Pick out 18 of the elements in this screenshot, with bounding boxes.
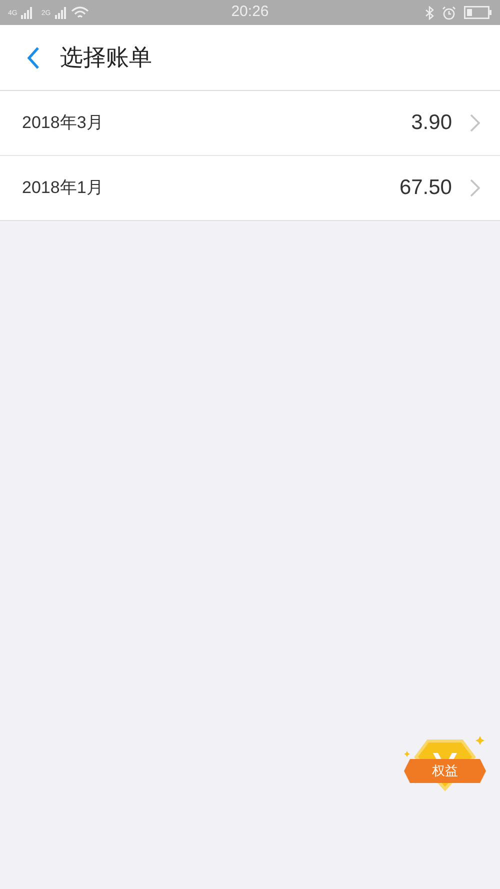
bluetooth-icon <box>425 6 434 20</box>
bill-month: 2018年3月 <box>22 112 104 134</box>
wifi-icon <box>70 6 89 20</box>
signal-icon <box>54 6 67 18</box>
page-title: 选择账单 <box>60 43 152 72</box>
badge-label: 权益 <box>431 762 459 780</box>
bill-row[interactable]: 2018年1月 67.50 <box>0 156 500 221</box>
status-time: 20:26 <box>230 2 270 22</box>
bill-amount: 3.90 <box>411 110 452 136</box>
alarm-icon <box>442 6 456 20</box>
battery-icon <box>464 6 492 19</box>
chevron-right-icon <box>470 114 480 132</box>
bill-amount: 67.50 <box>399 175 452 202</box>
bill-month: 2018年1月 <box>22 177 104 200</box>
bill-row[interactable]: 2018年3月 3.90 <box>0 91 500 156</box>
signal-icon <box>21 6 34 18</box>
chevron-right-icon <box>470 179 480 197</box>
back-icon <box>26 46 40 70</box>
